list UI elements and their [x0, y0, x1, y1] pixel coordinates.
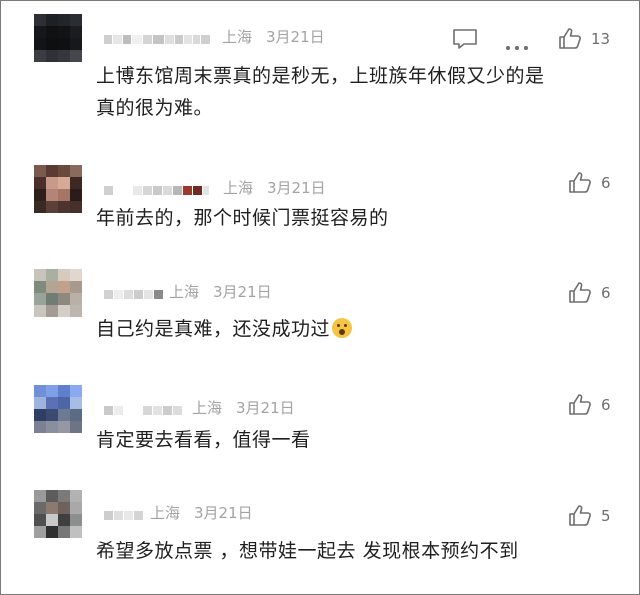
- avatar[interactable]: [34, 165, 82, 213]
- comment-location: 上海: [169, 283, 200, 301]
- like-button[interactable]: 6: [568, 393, 611, 416]
- avatar[interactable]: [34, 490, 82, 538]
- comment-text: 年前去的，那个时候门票挺容易的: [96, 207, 389, 229]
- comment-location: 上海: [192, 399, 223, 417]
- username-pixelated[interactable]: [104, 283, 164, 305]
- thumbs-up-icon: [569, 282, 591, 303]
- comment-meta: 上海 3月21日: [223, 177, 326, 198]
- avatar[interactable]: [34, 385, 82, 433]
- like-button[interactable]: 13: [558, 27, 610, 50]
- comment-text: 自己约是真难，还没成功过: [96, 313, 566, 345]
- username-pixelated[interactable]: [104, 399, 183, 421]
- like-count: 13: [591, 29, 611, 48]
- avatar[interactable]: [34, 269, 82, 317]
- thumbs-up-icon: [559, 28, 581, 49]
- comment-date: 3月21日: [213, 283, 272, 301]
- like-button[interactable]: 6: [568, 281, 611, 304]
- comment-meta: 上海 3月21日: [150, 502, 253, 523]
- avatar[interactable]: [34, 14, 82, 62]
- comment-location: 上海: [150, 504, 181, 522]
- comment-meta: 上海 3月21日: [192, 397, 295, 418]
- comment-date: 3月21日: [194, 504, 253, 522]
- comment-text: 上博东馆周末票真的是秒无，上班族年休假又少的是 真的很为难。: [96, 65, 545, 119]
- comment-location: 上海: [223, 179, 254, 197]
- like-count: 6: [601, 395, 611, 414]
- username-pixelated[interactable]: [104, 504, 144, 526]
- like-count: 6: [601, 283, 611, 302]
- comment-meta: 上海 3月21日: [169, 281, 272, 302]
- thumbs-up-icon: [569, 505, 591, 526]
- comment-meta: 上海 3月21日: [222, 26, 325, 47]
- more-dots-icon[interactable]: [505, 36, 529, 55]
- comment-location: 上海: [222, 28, 253, 46]
- comment-text: 希望多放点票 ，想带娃一起去 发现根本预约不到: [96, 540, 519, 562]
- like-button[interactable]: 6: [568, 171, 611, 194]
- like-count: 5: [601, 506, 611, 525]
- username-pixelated[interactable]: [104, 28, 211, 50]
- crying-face-emoji: [332, 318, 353, 338]
- like-count: 6: [601, 173, 611, 192]
- thumbs-up-icon: [569, 172, 591, 193]
- reply-icon[interactable]: [452, 28, 478, 54]
- comment-date: 3月21日: [236, 399, 295, 417]
- comment-text: 肯定要去看看，值得一看: [96, 429, 311, 451]
- comment-date: 3月21日: [267, 179, 326, 197]
- like-button[interactable]: 5: [568, 504, 611, 527]
- username-pixelated[interactable]: [104, 179, 210, 201]
- thumbs-up-icon: [569, 394, 591, 415]
- comment-date: 3月21日: [266, 28, 325, 46]
